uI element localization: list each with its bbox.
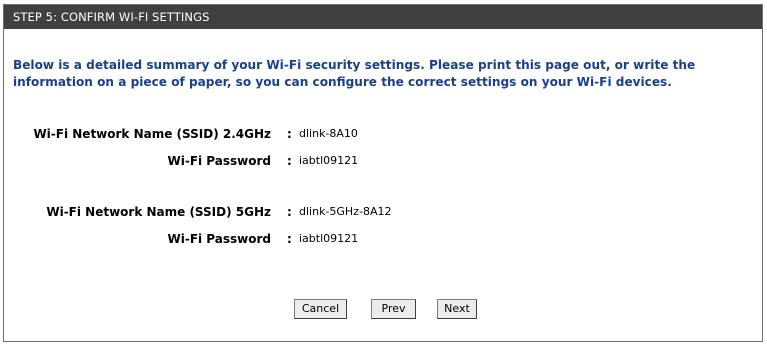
next-button[interactable]: Next bbox=[437, 299, 477, 319]
intro-line-2: information on a piece of paper, so you … bbox=[13, 75, 672, 89]
ssid-24-label: Wi-Fi Network Name (SSID) 2.4GHz bbox=[33, 127, 271, 141]
wizard-buttons: Cancel Prev Next bbox=[4, 299, 764, 319]
ssid-24-separator: : bbox=[287, 127, 292, 141]
ssid-5-row: Wi-Fi Network Name (SSID) 5GHz : dlink-5… bbox=[4, 204, 764, 220]
step-title: STEP 5: CONFIRM WI-FI SETTINGS bbox=[4, 5, 762, 29]
password-5-row: Wi-Fi Password : iabtl09121 bbox=[4, 231, 764, 247]
wizard-panel: STEP 5: CONFIRM WI-FI SETTINGS Below is … bbox=[3, 4, 763, 342]
password-5-separator: : bbox=[287, 232, 292, 246]
ssid-5-separator: : bbox=[287, 205, 292, 219]
ssid-5-value: dlink-5GHz-8A12 bbox=[299, 205, 392, 218]
password-24-label: Wi-Fi Password bbox=[167, 154, 271, 168]
cancel-button[interactable]: Cancel bbox=[294, 299, 347, 319]
password-5-label: Wi-Fi Password bbox=[167, 232, 271, 246]
ssid-24-value: dlink-8A10 bbox=[299, 127, 358, 140]
password-24-value: iabtl09121 bbox=[299, 154, 359, 167]
ssid-24-row: Wi-Fi Network Name (SSID) 2.4GHz : dlink… bbox=[4, 126, 764, 142]
password-24-separator: : bbox=[287, 154, 292, 168]
password-24-row: Wi-Fi Password : iabtl09121 bbox=[4, 153, 764, 169]
intro-text: Below is a detailed summary of your Wi-F… bbox=[13, 57, 757, 91]
intro-line-1: Below is a detailed summary of your Wi-F… bbox=[13, 58, 696, 72]
ssid-5-label: Wi-Fi Network Name (SSID) 5GHz bbox=[46, 205, 271, 219]
prev-button[interactable]: Prev bbox=[371, 299, 416, 319]
password-5-value: iabtl09121 bbox=[299, 232, 359, 245]
